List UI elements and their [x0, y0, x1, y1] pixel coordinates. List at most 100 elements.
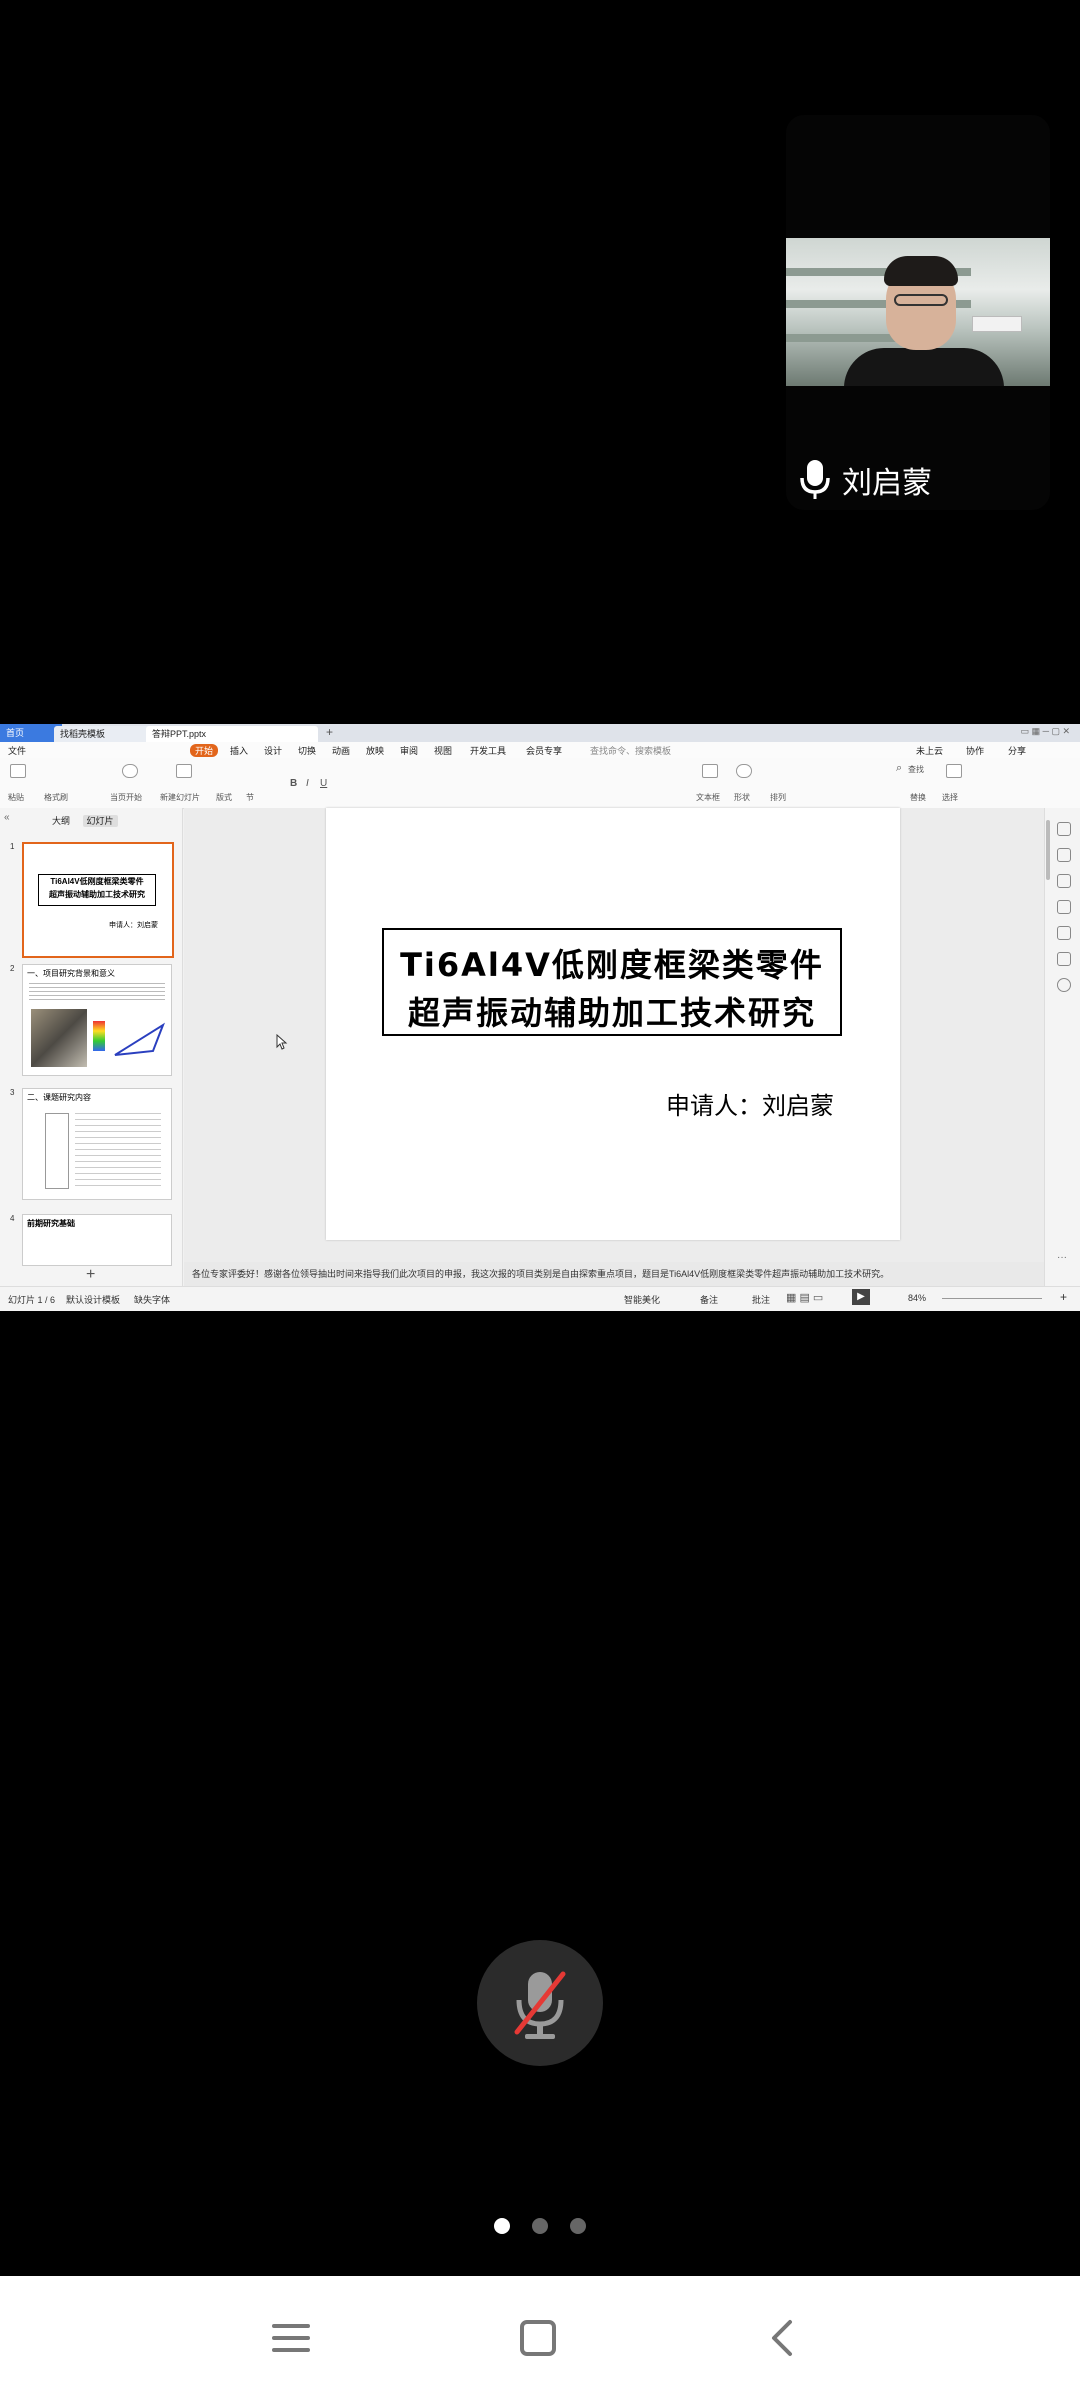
more-icon[interactable]: ··· [1057, 1252, 1067, 1263]
mute-toggle-button[interactable] [477, 1940, 603, 2066]
slide-title-box[interactable]: Ti6Al4V低刚度框梁类零件 超声振动辅助加工技术研究 [382, 928, 842, 1036]
page-dot[interactable] [570, 2218, 586, 2234]
underline-icon[interactable]: U [320, 778, 327, 789]
slide-thumbnail-3[interactable]: 二、课题研究内容 [22, 1088, 172, 1200]
pane-tabs: 大纲 幻灯片 [52, 814, 128, 827]
slide-thumbnail-2[interactable]: 一、项目研究背景和意义 [22, 964, 172, 1076]
vertical-scrollbar[interactable] [1045, 808, 1051, 1286]
participant-video [786, 238, 1050, 386]
slide-title-line1: Ti6Al4V低刚度框梁类零件 [400, 946, 824, 984]
back-icon[interactable] [766, 2318, 796, 2358]
location-icon[interactable] [1057, 978, 1071, 992]
menu-member[interactable]: 会员专享 [526, 744, 562, 757]
thumb-heading: 一、项目研究背景和意义 [27, 969, 115, 978]
beautify-button[interactable]: 智能美化 [624, 1293, 660, 1306]
zoom-slider[interactable] [942, 1298, 1042, 1299]
italic-icon[interactable]: I [306, 778, 309, 789]
animation-icon[interactable] [1057, 900, 1071, 914]
command-search[interactable]: 查找命令、搜索模板 [590, 744, 671, 757]
microphone-muted-icon [514, 1971, 566, 2039]
new-tab-icon[interactable]: + [326, 725, 333, 739]
ribbon-menu: 文件 开始 插入 设计 切换 动画 放映 审阅 视图 开发工具 会员专享 查找命… [0, 742, 1080, 758]
textbox-icon[interactable] [702, 764, 718, 778]
backup-icon[interactable] [1057, 926, 1071, 940]
view-modes-icon[interactable]: ▦ ▤ ▭ [786, 1291, 823, 1304]
participant-name-row: 刘启蒙 [786, 450, 1050, 510]
thumb-photo [31, 1009, 87, 1067]
video-person-body [844, 348, 1004, 386]
tab-home[interactable]: 首页 [0, 724, 62, 742]
zoom-level: 84% [908, 1293, 927, 1303]
thumb-diagram [114, 1022, 166, 1056]
menu-insert[interactable]: 插入 [230, 744, 248, 757]
find-label[interactable]: 查找 [908, 764, 924, 775]
thumb-title-line2: 超声振动辅助加工技术研究 [49, 890, 145, 899]
collapse-pane-icon[interactable]: « [4, 812, 10, 823]
add-slide-button[interactable]: + [86, 1266, 95, 1284]
thumb-title-line1: Ti6Al4V低刚度框梁类零件 [50, 877, 144, 886]
arrange-label[interactable]: 排列 [770, 792, 786, 803]
paste-icon[interactable] [10, 764, 26, 778]
menu-view[interactable]: 视图 [434, 744, 452, 757]
select-icon[interactable] [946, 764, 962, 778]
speaker-notes[interactable]: 各位专家评委好！感谢各位领导抽出时间来指导我们此次项目的申报，我这次报的项目类别… [184, 1262, 1044, 1286]
right-toolbar: ··· [1044, 808, 1080, 1286]
slide-presenter[interactable]: 申请人：刘启蒙 [666, 1086, 834, 1121]
tab-outline[interactable]: 大纲 [52, 816, 70, 826]
slide-thumbnail-4[interactable]: 前期研究基础 [22, 1214, 172, 1266]
status-bar: 幻灯片 1 / 6 默认设计模板 缺失字体 智能美化 备注 批注 ▦ ▤ ▭ ▶… [0, 1286, 1080, 1311]
thumb-heading: 二、课题研究内容 [27, 1093, 91, 1102]
play-slideshow-icon[interactable]: ▶ [852, 1289, 870, 1305]
replace-label[interactable]: 替换 [910, 792, 926, 803]
thumb-subtitle: 申请人：刘启蒙 [109, 922, 158, 929]
tab-slides[interactable]: 幻灯片 [82, 815, 118, 827]
slide-counter: 幻灯片 1 / 6 [8, 1295, 56, 1305]
shape-icon[interactable] [736, 764, 752, 778]
tab-templates[interactable]: 找稻壳模板 [54, 726, 156, 742]
menu-review[interactable]: 审阅 [400, 744, 418, 757]
slide-number: 4 [10, 1214, 15, 1223]
textbox-label: 文本框 [696, 793, 720, 802]
cloud-status[interactable]: 未上云 [916, 744, 943, 757]
menu-transition[interactable]: 切换 [298, 744, 316, 757]
slides-pane: « 大纲 幻灯片 1 Ti6Al4V低刚度框梁类零件 超声振动辅助加工技术研究 … [0, 808, 183, 1286]
app-tab-bar: 首页 找稻壳模板 答辩PPT.pptx + ▭ ▦ ─ ▢ ✕ [0, 724, 1080, 742]
play-icon[interactable] [122, 764, 138, 778]
layout-label[interactable]: 版式 [216, 792, 232, 803]
menu-animation[interactable]: 动画 [332, 744, 350, 757]
slide-canvas: Ti6Al4V低刚度框梁类零件 超声振动辅助加工技术研究 申请人：刘启蒙 [184, 808, 1044, 1286]
current-slide[interactable]: Ti6Al4V低刚度框梁类零件 超声振动辅助加工技术研究 申请人：刘启蒙 [326, 808, 900, 1240]
settings-icon[interactable] [1057, 874, 1071, 888]
properties-icon[interactable] [1057, 822, 1071, 836]
slide-thumbnail-1[interactable]: Ti6Al4V低刚度框梁类零件 超声振动辅助加工技术研究 申请人：刘启蒙 [22, 842, 174, 958]
menu-file[interactable]: 文件 [8, 744, 26, 757]
page-dot-active[interactable] [494, 2218, 510, 2234]
notes-toggle[interactable]: 备注 [700, 1293, 718, 1306]
style-icon[interactable] [1057, 848, 1071, 862]
page-dot[interactable] [532, 2218, 548, 2234]
collaborate-button[interactable]: 协作 [966, 744, 984, 757]
zoom-in-icon[interactable]: + [1060, 1290, 1067, 1304]
section-label[interactable]: 节 [246, 792, 254, 803]
theme-name: 默认设计模板 [66, 1295, 121, 1305]
missing-font[interactable]: 缺失字体 [134, 1293, 170, 1306]
new-slide-icon[interactable] [176, 764, 192, 778]
ribbon-toolbar: 粘贴 格式刷 当页开始 新建幻灯片 版式 节 B I U 文本框 形状 排列 ⌕… [0, 758, 1080, 809]
menu-slideshow[interactable]: 放映 [366, 744, 384, 757]
format-painter-label[interactable]: 格式刷 [44, 792, 68, 803]
tab-document[interactable]: 答辩PPT.pptx [146, 726, 318, 742]
home-icon[interactable] [518, 2318, 558, 2358]
menu-developer[interactable]: 开发工具 [470, 744, 506, 757]
window-controls-icon[interactable]: ▭ ▦ ─ ▢ ✕ [1021, 726, 1070, 737]
bold-icon[interactable]: B [290, 778, 297, 789]
share-icon[interactable] [1057, 952, 1071, 966]
share-button[interactable]: 分享 [1008, 744, 1026, 757]
recent-apps-icon[interactable] [270, 2320, 312, 2356]
menu-start[interactable]: 开始 [190, 744, 219, 757]
mouse-cursor-icon [276, 1034, 288, 1050]
find-icon[interactable]: ⌕ [896, 762, 902, 775]
comment-toggle[interactable]: 批注 [752, 1293, 770, 1306]
thumb-text-block [75, 1113, 161, 1187]
thumb-text-block [29, 983, 165, 1001]
menu-design[interactable]: 设计 [264, 744, 282, 757]
